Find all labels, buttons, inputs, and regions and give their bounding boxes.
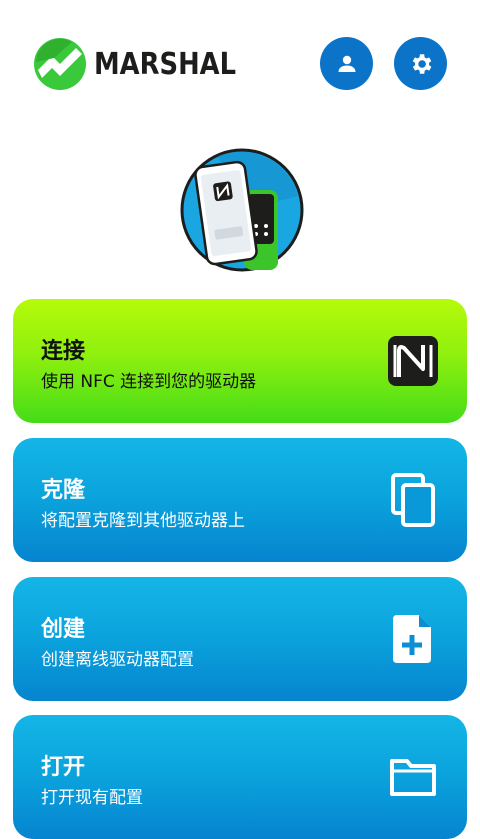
profile-button[interactable] — [320, 37, 373, 90]
brand-logo: MARSHAL — [32, 36, 259, 92]
open-card[interactable]: 打开 打开现有配置 — [13, 715, 467, 839]
card-subtitle: 使用 NFC 连接到您的驱动器 — [41, 372, 257, 392]
user-icon — [338, 55, 355, 72]
card-subtitle: 打开现有配置 — [41, 788, 143, 808]
new-file-icon — [385, 611, 441, 667]
create-card[interactable]: 创建 创建离线驱动器配置 — [13, 577, 467, 701]
nfc-phone-illustration — [180, 148, 304, 272]
card-title: 创建 — [41, 617, 86, 642]
copy-icon — [385, 472, 441, 528]
card-subtitle: 创建离线驱动器配置 — [41, 650, 194, 670]
card-title: 打开 — [41, 755, 86, 780]
card-title: 克隆 — [41, 478, 86, 503]
clone-card[interactable]: 克隆 将配置克隆到其他驱动器上 — [13, 438, 467, 562]
connect-card[interactable]: 连接 使用 NFC 连接到您的驱动器 — [13, 299, 467, 423]
settings-button[interactable] — [394, 37, 447, 90]
card-subtitle: 将配置克隆到其他驱动器上 — [41, 511, 245, 531]
marshal-logo-icon — [34, 38, 86, 90]
app-header: MARSHAL — [0, 0, 480, 130]
folder-icon — [385, 749, 441, 805]
gear-icon — [412, 53, 431, 74]
card-title: 连接 — [41, 339, 86, 364]
nfc-icon — [385, 333, 441, 389]
brand-name: MARSHAL — [94, 46, 237, 82]
